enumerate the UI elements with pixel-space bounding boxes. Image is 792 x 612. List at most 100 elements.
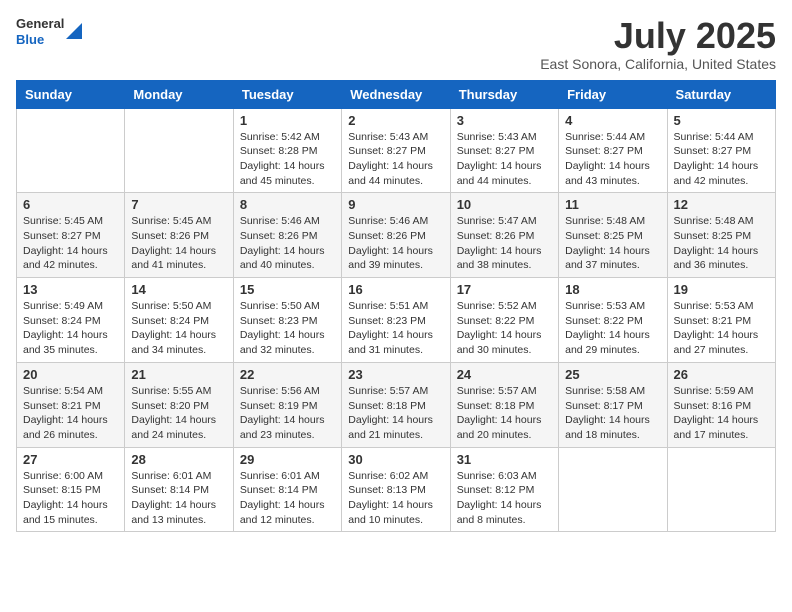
sunrise-text: Sunrise: 5:42 AM [240, 131, 320, 143]
day-number: 8 [240, 197, 335, 212]
day-number: 29 [240, 452, 335, 467]
logo: General Blue [16, 16, 82, 47]
cell-content: Sunrise: 5:42 AM Sunset: 8:28 PM Dayligh… [240, 130, 335, 189]
calendar-week-row: 27 Sunrise: 6:00 AM Sunset: 8:15 PM Dayl… [17, 447, 776, 532]
sunrise-text: Sunrise: 5:50 AM [240, 300, 320, 312]
logo-blue-text: Blue [16, 32, 64, 48]
day-number: 14 [131, 282, 226, 297]
daylight-text: Daylight: 14 hours and 8 minutes. [457, 499, 542, 526]
daylight-text: Daylight: 14 hours and 32 minutes. [240, 329, 325, 356]
day-number: 28 [131, 452, 226, 467]
day-number: 30 [348, 452, 443, 467]
sunset-text: Sunset: 8:19 PM [240, 400, 318, 412]
sunrise-text: Sunrise: 5:56 AM [240, 385, 320, 397]
sunrise-text: Sunrise: 5:43 AM [457, 131, 537, 143]
sunrise-text: Sunrise: 5:48 AM [565, 215, 645, 227]
sunrise-text: Sunrise: 5:46 AM [240, 215, 320, 227]
sunrise-text: Sunrise: 5:46 AM [348, 215, 428, 227]
daylight-text: Daylight: 14 hours and 13 minutes. [131, 499, 216, 526]
daylight-text: Daylight: 14 hours and 29 minutes. [565, 329, 650, 356]
day-number: 26 [674, 367, 769, 382]
sunrise-text: Sunrise: 5:43 AM [348, 131, 428, 143]
day-number: 6 [23, 197, 118, 212]
day-number: 17 [457, 282, 552, 297]
sunset-text: Sunset: 8:22 PM [457, 315, 535, 327]
cell-content: Sunrise: 5:45 AM Sunset: 8:27 PM Dayligh… [23, 214, 118, 273]
daylight-text: Daylight: 14 hours and 12 minutes. [240, 499, 325, 526]
sunrise-text: Sunrise: 5:53 AM [674, 300, 754, 312]
day-number: 31 [457, 452, 552, 467]
sunset-text: Sunset: 8:25 PM [674, 230, 752, 242]
daylight-text: Daylight: 14 hours and 34 minutes. [131, 329, 216, 356]
sunset-text: Sunset: 8:21 PM [674, 315, 752, 327]
calendar-cell: 12 Sunrise: 5:48 AM Sunset: 8:25 PM Dayl… [667, 193, 775, 278]
cell-content: Sunrise: 5:55 AM Sunset: 8:20 PM Dayligh… [131, 384, 226, 443]
cell-content: Sunrise: 6:03 AM Sunset: 8:12 PM Dayligh… [457, 469, 552, 528]
sunset-text: Sunset: 8:26 PM [348, 230, 426, 242]
sunset-text: Sunset: 8:23 PM [240, 315, 318, 327]
daylight-text: Daylight: 14 hours and 24 minutes. [131, 414, 216, 441]
sunset-text: Sunset: 8:20 PM [131, 400, 209, 412]
calendar-week-row: 6 Sunrise: 5:45 AM Sunset: 8:27 PM Dayli… [17, 193, 776, 278]
daylight-text: Daylight: 14 hours and 10 minutes. [348, 499, 433, 526]
sunset-text: Sunset: 8:16 PM [674, 400, 752, 412]
day-number: 7 [131, 197, 226, 212]
sunrise-text: Sunrise: 6:01 AM [131, 470, 211, 482]
sunrise-text: Sunrise: 5:57 AM [457, 385, 537, 397]
sunset-text: Sunset: 8:22 PM [565, 315, 643, 327]
cell-content: Sunrise: 5:46 AM Sunset: 8:26 PM Dayligh… [348, 214, 443, 273]
day-number: 11 [565, 197, 660, 212]
calendar-cell: 31 Sunrise: 6:03 AM Sunset: 8:12 PM Dayl… [450, 447, 558, 532]
day-number: 10 [457, 197, 552, 212]
sunset-text: Sunset: 8:13 PM [348, 484, 426, 496]
logo-icon [66, 19, 82, 39]
daylight-text: Daylight: 14 hours and 42 minutes. [674, 160, 759, 187]
weekday-header: Sunday [17, 80, 125, 108]
day-number: 18 [565, 282, 660, 297]
day-number: 27 [23, 452, 118, 467]
daylight-text: Daylight: 14 hours and 39 minutes. [348, 245, 433, 272]
calendar-cell: 22 Sunrise: 5:56 AM Sunset: 8:19 PM Dayl… [233, 362, 341, 447]
calendar-cell: 29 Sunrise: 6:01 AM Sunset: 8:14 PM Dayl… [233, 447, 341, 532]
calendar-cell: 11 Sunrise: 5:48 AM Sunset: 8:25 PM Dayl… [559, 193, 667, 278]
sunrise-text: Sunrise: 5:57 AM [348, 385, 428, 397]
calendar-cell: 15 Sunrise: 5:50 AM Sunset: 8:23 PM Dayl… [233, 278, 341, 363]
daylight-text: Daylight: 14 hours and 26 minutes. [23, 414, 108, 441]
day-number: 21 [131, 367, 226, 382]
sunset-text: Sunset: 8:24 PM [23, 315, 101, 327]
day-number: 22 [240, 367, 335, 382]
day-number: 12 [674, 197, 769, 212]
daylight-text: Daylight: 14 hours and 43 minutes. [565, 160, 650, 187]
cell-content: Sunrise: 5:59 AM Sunset: 8:16 PM Dayligh… [674, 384, 769, 443]
cell-content: Sunrise: 6:01 AM Sunset: 8:14 PM Dayligh… [240, 469, 335, 528]
day-number: 4 [565, 113, 660, 128]
calendar-cell: 6 Sunrise: 5:45 AM Sunset: 8:27 PM Dayli… [17, 193, 125, 278]
cell-content: Sunrise: 5:43 AM Sunset: 8:27 PM Dayligh… [348, 130, 443, 189]
sunset-text: Sunset: 8:17 PM [565, 400, 643, 412]
day-number: 16 [348, 282, 443, 297]
calendar-cell: 23 Sunrise: 5:57 AM Sunset: 8:18 PM Dayl… [342, 362, 450, 447]
cell-content: Sunrise: 5:50 AM Sunset: 8:23 PM Dayligh… [240, 299, 335, 358]
calendar-header-row: SundayMondayTuesdayWednesdayThursdayFrid… [17, 80, 776, 108]
weekday-header: Thursday [450, 80, 558, 108]
cell-content: Sunrise: 5:44 AM Sunset: 8:27 PM Dayligh… [674, 130, 769, 189]
title-block: July 2025 East Sonora, California, Unite… [540, 16, 776, 72]
logo-general-text: General [16, 16, 64, 32]
calendar-cell [125, 108, 233, 193]
day-number: 25 [565, 367, 660, 382]
cell-content: Sunrise: 5:46 AM Sunset: 8:26 PM Dayligh… [240, 214, 335, 273]
sunset-text: Sunset: 8:25 PM [565, 230, 643, 242]
page-header: General Blue July 2025 East Sonora, Cali… [16, 16, 776, 72]
day-number: 15 [240, 282, 335, 297]
sunset-text: Sunset: 8:23 PM [348, 315, 426, 327]
daylight-text: Daylight: 14 hours and 40 minutes. [240, 245, 325, 272]
calendar-cell: 7 Sunrise: 5:45 AM Sunset: 8:26 PM Dayli… [125, 193, 233, 278]
calendar-cell: 10 Sunrise: 5:47 AM Sunset: 8:26 PM Dayl… [450, 193, 558, 278]
sunrise-text: Sunrise: 5:58 AM [565, 385, 645, 397]
calendar-cell: 4 Sunrise: 5:44 AM Sunset: 8:27 PM Dayli… [559, 108, 667, 193]
calendar-cell: 27 Sunrise: 6:00 AM Sunset: 8:15 PM Dayl… [17, 447, 125, 532]
sunrise-text: Sunrise: 5:45 AM [131, 215, 211, 227]
sunrise-text: Sunrise: 5:59 AM [674, 385, 754, 397]
daylight-text: Daylight: 14 hours and 44 minutes. [457, 160, 542, 187]
cell-content: Sunrise: 5:57 AM Sunset: 8:18 PM Dayligh… [457, 384, 552, 443]
